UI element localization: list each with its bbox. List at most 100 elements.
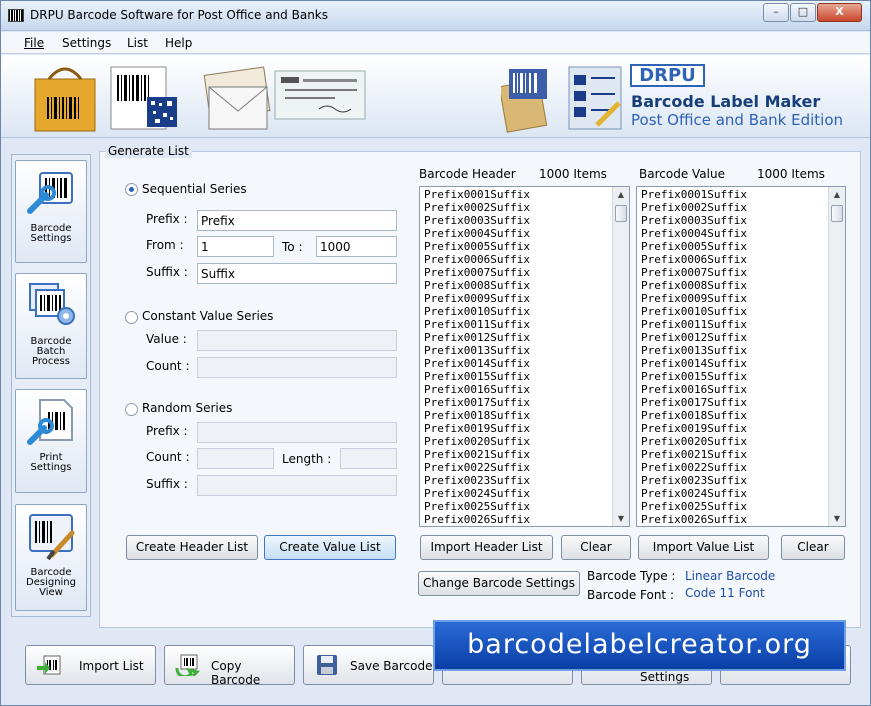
menu-file[interactable]: File bbox=[24, 36, 44, 50]
scroll-up-icon[interactable]: ▲ bbox=[613, 187, 629, 202]
list-item[interactable]: Prefix0005Suffix bbox=[424, 240, 608, 253]
list-item[interactable]: Prefix0007Suffix bbox=[424, 266, 608, 279]
list-item[interactable]: Prefix0016Suffix bbox=[641, 383, 824, 396]
menu-list[interactable]: List bbox=[127, 36, 148, 50]
clear-value-button[interactable]: Clear bbox=[781, 535, 845, 560]
list-item[interactable]: Prefix0003Suffix bbox=[424, 214, 608, 227]
list-item[interactable]: Prefix0015Suffix bbox=[424, 370, 608, 383]
create-header-list-button[interactable]: Create Header List bbox=[126, 535, 258, 560]
import-value-list-button[interactable]: Import Value List bbox=[638, 535, 769, 560]
list-item[interactable]: Prefix0019Suffix bbox=[424, 422, 608, 435]
list-item[interactable]: Prefix0018Suffix bbox=[424, 409, 608, 422]
scroll-down-icon[interactable]: ▼ bbox=[829, 511, 845, 526]
random-prefix-input[interactable] bbox=[197, 422, 397, 443]
list-item[interactable]: Prefix0022Suffix bbox=[424, 461, 608, 474]
constant-value-input[interactable] bbox=[197, 330, 397, 351]
list-item[interactable]: Prefix0007Suffix bbox=[641, 266, 824, 279]
constant-count-input[interactable] bbox=[197, 357, 397, 378]
close-button[interactable]: X bbox=[817, 3, 862, 22]
menu-settings[interactable]: Settings bbox=[62, 36, 111, 50]
header-list-scrollbar[interactable]: ▲ ▼ bbox=[612, 187, 629, 526]
list-item[interactable]: Prefix0024Suffix bbox=[641, 487, 824, 500]
list-item[interactable]: Prefix0009Suffix bbox=[641, 292, 824, 305]
copy-barcode-button[interactable]: Copy Barcode bbox=[164, 645, 295, 687]
minimize-button[interactable]: – bbox=[763, 3, 789, 22]
list-item[interactable]: Prefix0015Suffix bbox=[641, 370, 824, 383]
sidebar-item-barcode-settings[interactable]: Barcode Settings bbox=[15, 160, 87, 263]
list-item[interactable]: Prefix0008Suffix bbox=[424, 279, 608, 292]
list-item[interactable]: Prefix0025Suffix bbox=[424, 500, 608, 513]
barcode-type-value: Linear Barcode bbox=[685, 569, 776, 583]
list-item[interactable]: Prefix0023Suffix bbox=[641, 474, 824, 487]
list-item[interactable]: Prefix0001Suffix bbox=[424, 188, 608, 201]
list-item[interactable]: Prefix0005Suffix bbox=[641, 240, 824, 253]
scroll-down-icon[interactable]: ▼ bbox=[613, 511, 629, 526]
list-item[interactable]: Prefix0019Suffix bbox=[641, 422, 824, 435]
list-item[interactable]: Prefix0013Suffix bbox=[424, 344, 608, 357]
list-item[interactable]: Prefix0009Suffix bbox=[424, 292, 608, 305]
suffix-input[interactable]: Suffix bbox=[197, 263, 397, 284]
list-item[interactable]: Prefix0020Suffix bbox=[641, 435, 824, 448]
list-item[interactable]: Prefix0004Suffix bbox=[641, 227, 824, 240]
list-item[interactable]: Prefix0006Suffix bbox=[424, 253, 608, 266]
barcode-value-list[interactable]: Prefix0001Suffix Prefix0002Suffix Prefix00… bbox=[636, 186, 846, 527]
sidebar-item-designing-view[interactable]: Barcode Designing View bbox=[15, 504, 87, 611]
save-barcode-button[interactable]: Save Barcode bbox=[303, 645, 434, 685]
change-barcode-settings-button[interactable]: Change Barcode Settings bbox=[418, 571, 580, 596]
random-suffix-input[interactable] bbox=[197, 475, 397, 496]
list-item[interactable]: Prefix0008Suffix bbox=[641, 279, 824, 292]
list-item[interactable]: Prefix0022Suffix bbox=[641, 461, 824, 474]
list-item[interactable]: Prefix0017Suffix bbox=[424, 396, 608, 409]
sequential-series-radio[interactable] bbox=[125, 183, 138, 196]
scroll-thumb[interactable] bbox=[831, 205, 843, 222]
menu-help[interactable]: Help bbox=[165, 36, 192, 50]
value-list-scrollbar[interactable]: ▲ ▼ bbox=[828, 187, 845, 526]
list-item[interactable]: Prefix0003Suffix bbox=[641, 214, 824, 227]
random-series-radio[interactable] bbox=[125, 403, 138, 416]
list-item[interactable]: Prefix0025Suffix bbox=[641, 500, 824, 513]
list-item[interactable]: Prefix0010Suffix bbox=[424, 305, 608, 318]
list-item[interactable]: Prefix0006Suffix bbox=[641, 253, 824, 266]
list-item[interactable]: Prefix0002Suffix bbox=[424, 201, 608, 214]
list-item[interactable]: Prefix0013Suffix bbox=[641, 344, 824, 357]
list-item[interactable]: Prefix0014Suffix bbox=[424, 357, 608, 370]
scroll-up-icon[interactable]: ▲ bbox=[829, 187, 845, 202]
list-item[interactable]: Prefix0004Suffix bbox=[424, 227, 608, 240]
random-length-input[interactable] bbox=[340, 448, 397, 469]
maximize-button[interactable]: □ bbox=[790, 3, 816, 22]
list-item[interactable]: Prefix0001Suffix bbox=[641, 188, 824, 201]
list-item[interactable]: Prefix0018Suffix bbox=[641, 409, 824, 422]
banner-products-image bbox=[34, 66, 366, 132]
list-item[interactable]: Prefix0023Suffix bbox=[424, 474, 608, 487]
sidebar-item-print-settings[interactable]: Print Settings bbox=[15, 389, 87, 493]
clear-header-button[interactable]: Clear bbox=[561, 535, 631, 560]
to-input[interactable]: 1000 bbox=[316, 236, 397, 257]
list-item[interactable]: Prefix0016Suffix bbox=[424, 383, 608, 396]
list-item[interactable]: Prefix0026Suffix bbox=[641, 513, 824, 526]
sidebar-item-batch-process[interactable]: Barcode Batch Process bbox=[15, 273, 87, 379]
scroll-thumb[interactable] bbox=[615, 205, 627, 222]
list-item[interactable]: Prefix0002Suffix bbox=[641, 201, 824, 214]
from-input[interactable]: 1 bbox=[197, 236, 274, 257]
prefix-input[interactable]: Prefix bbox=[197, 210, 397, 231]
list-item[interactable]: Prefix0012Suffix bbox=[641, 331, 824, 344]
import-header-list-button[interactable]: Import Header List bbox=[420, 535, 553, 560]
import-list-button[interactable]: Import List bbox=[25, 645, 156, 685]
list-item[interactable]: Prefix0021Suffix bbox=[641, 448, 824, 461]
list-item[interactable]: Prefix0017Suffix bbox=[641, 396, 824, 409]
constant-series-radio[interactable] bbox=[125, 311, 138, 324]
list-item[interactable]: Prefix0026Suffix bbox=[424, 513, 608, 526]
create-value-list-button[interactable]: Create Value List bbox=[264, 535, 396, 560]
list-item[interactable]: Prefix0020Suffix bbox=[424, 435, 608, 448]
banner-folder-image bbox=[501, 66, 622, 133]
list-item[interactable]: Prefix0014Suffix bbox=[641, 357, 824, 370]
list-item[interactable]: Prefix0011Suffix bbox=[641, 318, 824, 331]
save-barcode-label: Save Barcode bbox=[350, 659, 433, 673]
list-item[interactable]: Prefix0010Suffix bbox=[641, 305, 824, 318]
list-item[interactable]: Prefix0011Suffix bbox=[424, 318, 608, 331]
list-item[interactable]: Prefix0024Suffix bbox=[424, 487, 608, 500]
random-count-input[interactable] bbox=[197, 448, 274, 469]
list-item[interactable]: Prefix0012Suffix bbox=[424, 331, 608, 344]
barcode-header-list[interactable]: Prefix0001Suffix Prefix0002Suffix Prefix00… bbox=[419, 186, 630, 527]
list-item[interactable]: Prefix0021Suffix bbox=[424, 448, 608, 461]
